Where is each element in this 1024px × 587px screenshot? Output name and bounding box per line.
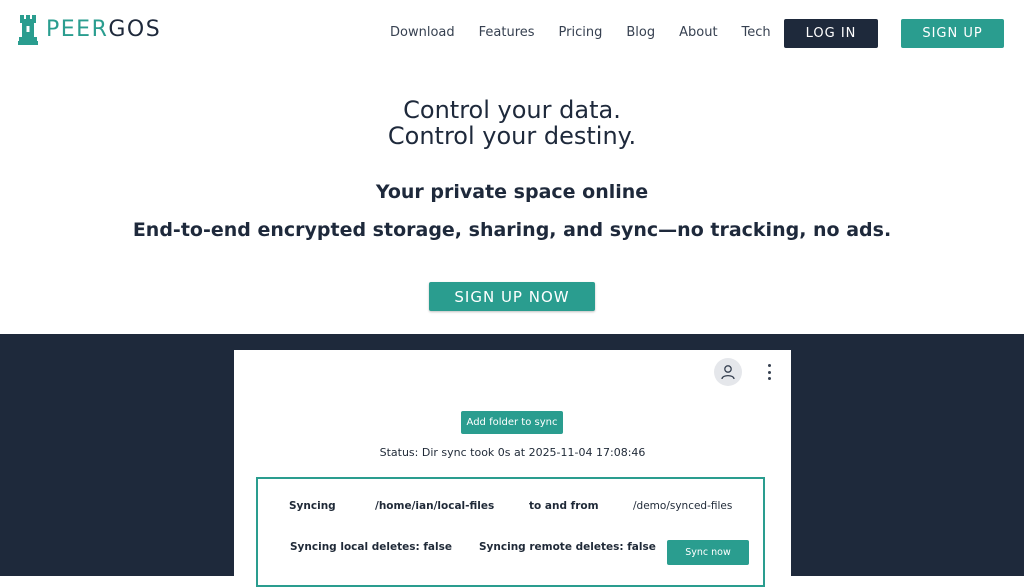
logo-text-peer: PEER (46, 17, 109, 42)
hero-tagline: End-to-end encrypted storage, sharing, a… (132, 219, 892, 241)
to-and-from-label: to and from (529, 500, 599, 512)
nav-link-tech[interactable]: Tech (742, 24, 771, 42)
remote-deletes-status: Syncing remote deletes: false (479, 541, 656, 553)
nav-link-about[interactable]: About (679, 24, 717, 42)
nav-link-pricing[interactable]: Pricing (559, 24, 603, 42)
signup-now-button[interactable]: SIGN UP NOW (429, 282, 595, 311)
sync-folder-panel: Syncing /home/ian/local-files to and fro… (256, 477, 765, 587)
app-screenshot-window: Add folder to sync Status: Dir sync took… (234, 350, 791, 587)
sync-now-button[interactable]: Sync now (667, 540, 749, 565)
logo-text-gos: GOS (108, 17, 162, 42)
hero-headline-line1: Control your data. (403, 96, 621, 124)
kebab-menu-icon[interactable] (764, 364, 774, 380)
logo-text: PEERGOS (46, 15, 161, 45)
remote-path: /demo/synced-files (633, 500, 733, 512)
login-button[interactable]: LOG IN (784, 19, 878, 48)
hero-subtitle: Your private space online (375, 181, 649, 203)
add-folder-to-sync-button[interactable]: Add folder to sync (461, 411, 563, 434)
user-icon[interactable] (714, 358, 742, 386)
user-avatar-glyph (721, 365, 735, 380)
nav-link-download[interactable]: Download (390, 24, 455, 42)
local-path: /home/ian/local-files (375, 500, 495, 512)
local-deletes-status: Syncing local deletes: false (290, 541, 452, 553)
hero-headline-line2: Control your destiny. (387, 122, 637, 150)
peergos-logo[interactable]: PEERGOS (18, 14, 161, 46)
site-header: PEERGOS Download Features Pricing Blog A… (0, 0, 1024, 66)
sync-status-text: Status: Dir sync took 0s at 2025-11-04 1… (379, 446, 646, 459)
nav-link-features[interactable]: Features (479, 24, 535, 42)
signup-button[interactable]: SIGN UP (901, 19, 1004, 48)
main-nav: Download Features Pricing Blog About Tec… (390, 24, 771, 42)
nav-link-blog[interactable]: Blog (626, 24, 655, 42)
rook-logo-icon (18, 15, 38, 45)
syncing-label: Syncing (289, 500, 336, 512)
